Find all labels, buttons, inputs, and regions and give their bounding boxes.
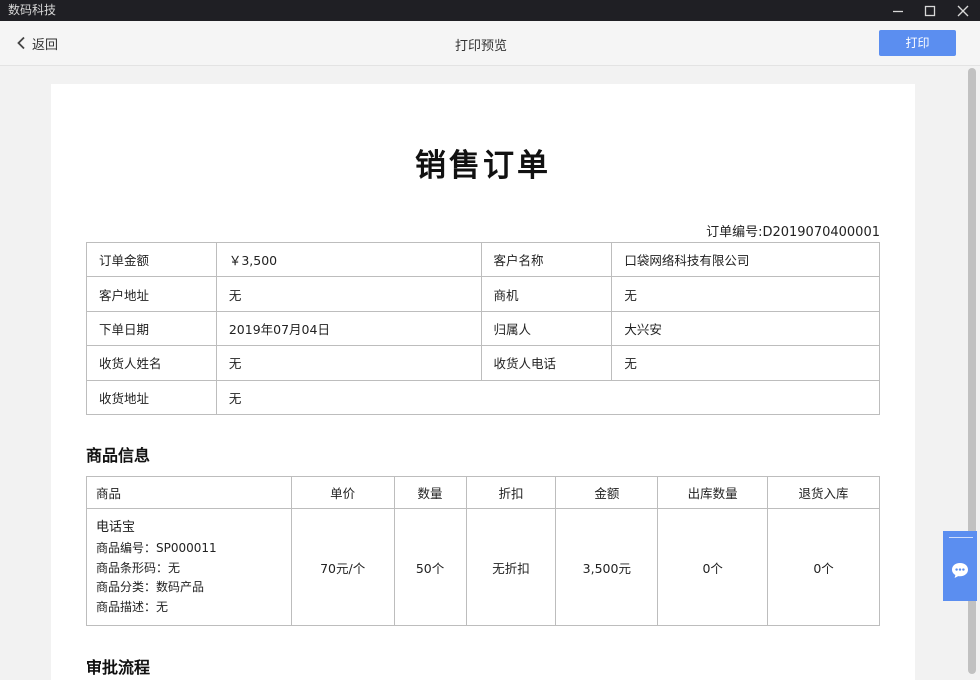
info-value: 大兴安 — [611, 310, 880, 347]
info-row: 收货人姓名 无 收货人电话 无 — [86, 345, 880, 381]
document-title: 销售订单 — [415, 148, 551, 184]
product-detail: 商品分类：数码产品 — [96, 580, 205, 594]
close-button[interactable] — [948, 0, 978, 21]
unit-price-cell: 70元/个 — [290, 508, 395, 626]
discount-cell: 无折扣 — [465, 508, 557, 626]
info-label: 客户名称 — [480, 241, 613, 278]
product-detail: 商品描述：无 — [96, 599, 169, 614]
info-label: 订单金额 — [86, 241, 217, 278]
maximize-button[interactable] — [915, 0, 945, 21]
column-header: 金额 — [555, 476, 659, 509]
section-title-approval: 审批流程 — [86, 658, 151, 677]
return-qty-cell: 0个 — [767, 508, 880, 626]
info-value: 无 — [215, 276, 482, 312]
column-header: 折扣 — [465, 476, 557, 509]
info-row: 收货地址 无 — [86, 379, 881, 415]
column-header: 商品 — [86, 476, 292, 509]
info-value: 无 — [215, 345, 482, 381]
chat-widget-button[interactable] — [943, 531, 977, 601]
amount-cell: 3,500元 — [555, 508, 659, 626]
page-title: 打印预览 — [454, 39, 507, 54]
quantity-cell: 50个 — [393, 508, 467, 626]
product-cell: 电话宝 商品编号：SP000011 商品条形码：无 商品分类：数码产品 商品描述… — [86, 508, 292, 626]
info-row: 订单金额 ￥3,500 客户名称 口袋网络科技有限公司 — [86, 241, 880, 278]
info-label: 收货人姓名 — [86, 345, 217, 381]
close-icon — [957, 5, 969, 16]
info-label: 下单日期 — [86, 310, 217, 347]
info-label: 归属人 — [480, 310, 613, 347]
chat-bubble-icon — [952, 563, 968, 578]
out-qty-cell: 0个 — [657, 508, 769, 626]
info-row: 下单日期 2019年07月04日 归属人 大兴安 — [86, 310, 880, 347]
info-label: 商机 — [480, 276, 613, 312]
info-value: 无 — [611, 345, 880, 381]
product-detail: 商品条形码：无 — [96, 560, 181, 575]
order-number: 订单编号:D2019070400001 — [706, 225, 880, 240]
info-value: 无 — [611, 276, 880, 312]
column-header: 退货入库 — [767, 476, 880, 509]
app-name: 数码科技 — [8, 3, 57, 17]
info-value: ￥3,500 — [215, 241, 482, 278]
column-header: 数量 — [393, 476, 467, 509]
info-value: 无 — [215, 379, 881, 415]
column-header: 单价 — [290, 476, 395, 509]
maximize-icon — [924, 5, 936, 16]
toolbar: 返回 打印预览 打印 — [0, 21, 980, 66]
info-label: 客户地址 — [86, 276, 217, 312]
minimize-button[interactable] — [883, 0, 913, 21]
goods-table: 商品 单价 数量 折扣 金额 出库数量 退货入库 电话宝 商品编号：SP0000… — [86, 476, 880, 626]
info-label: 收货人电话 — [480, 345, 613, 381]
chat-divider — [949, 537, 973, 538]
minimize-icon — [893, 10, 903, 12]
info-row: 客户地址 无 商机 无 — [86, 276, 880, 312]
table-row: 电话宝 商品编号：SP000011 商品条形码：无 商品分类：数码产品 商品描述… — [86, 508, 880, 626]
window-titlebar: 数码科技 — [0, 0, 980, 21]
info-value: 2019年07月04日 — [215, 310, 482, 347]
goods-header-row: 商品 单价 数量 折扣 金额 出库数量 退货入库 — [86, 476, 880, 509]
info-label: 收货地址 — [86, 379, 217, 415]
product-name: 电话宝 — [96, 520, 136, 535]
order-info-table: 订单金额 ￥3,500 客户名称 口袋网络科技有限公司 客户地址 无 商机 无 … — [86, 241, 881, 415]
section-title-goods: 商品信息 — [86, 446, 151, 465]
info-value: 口袋网络科技有限公司 — [611, 241, 880, 278]
print-paper: 销售订单 订单编号:D2019070400001 订单金额 ￥3,500 客户名… — [51, 84, 915, 680]
column-header: 出库数量 — [657, 476, 769, 509]
print-button[interactable]: 打印 — [879, 30, 956, 56]
product-detail: 商品编号：SP000011 — [96, 541, 217, 555]
